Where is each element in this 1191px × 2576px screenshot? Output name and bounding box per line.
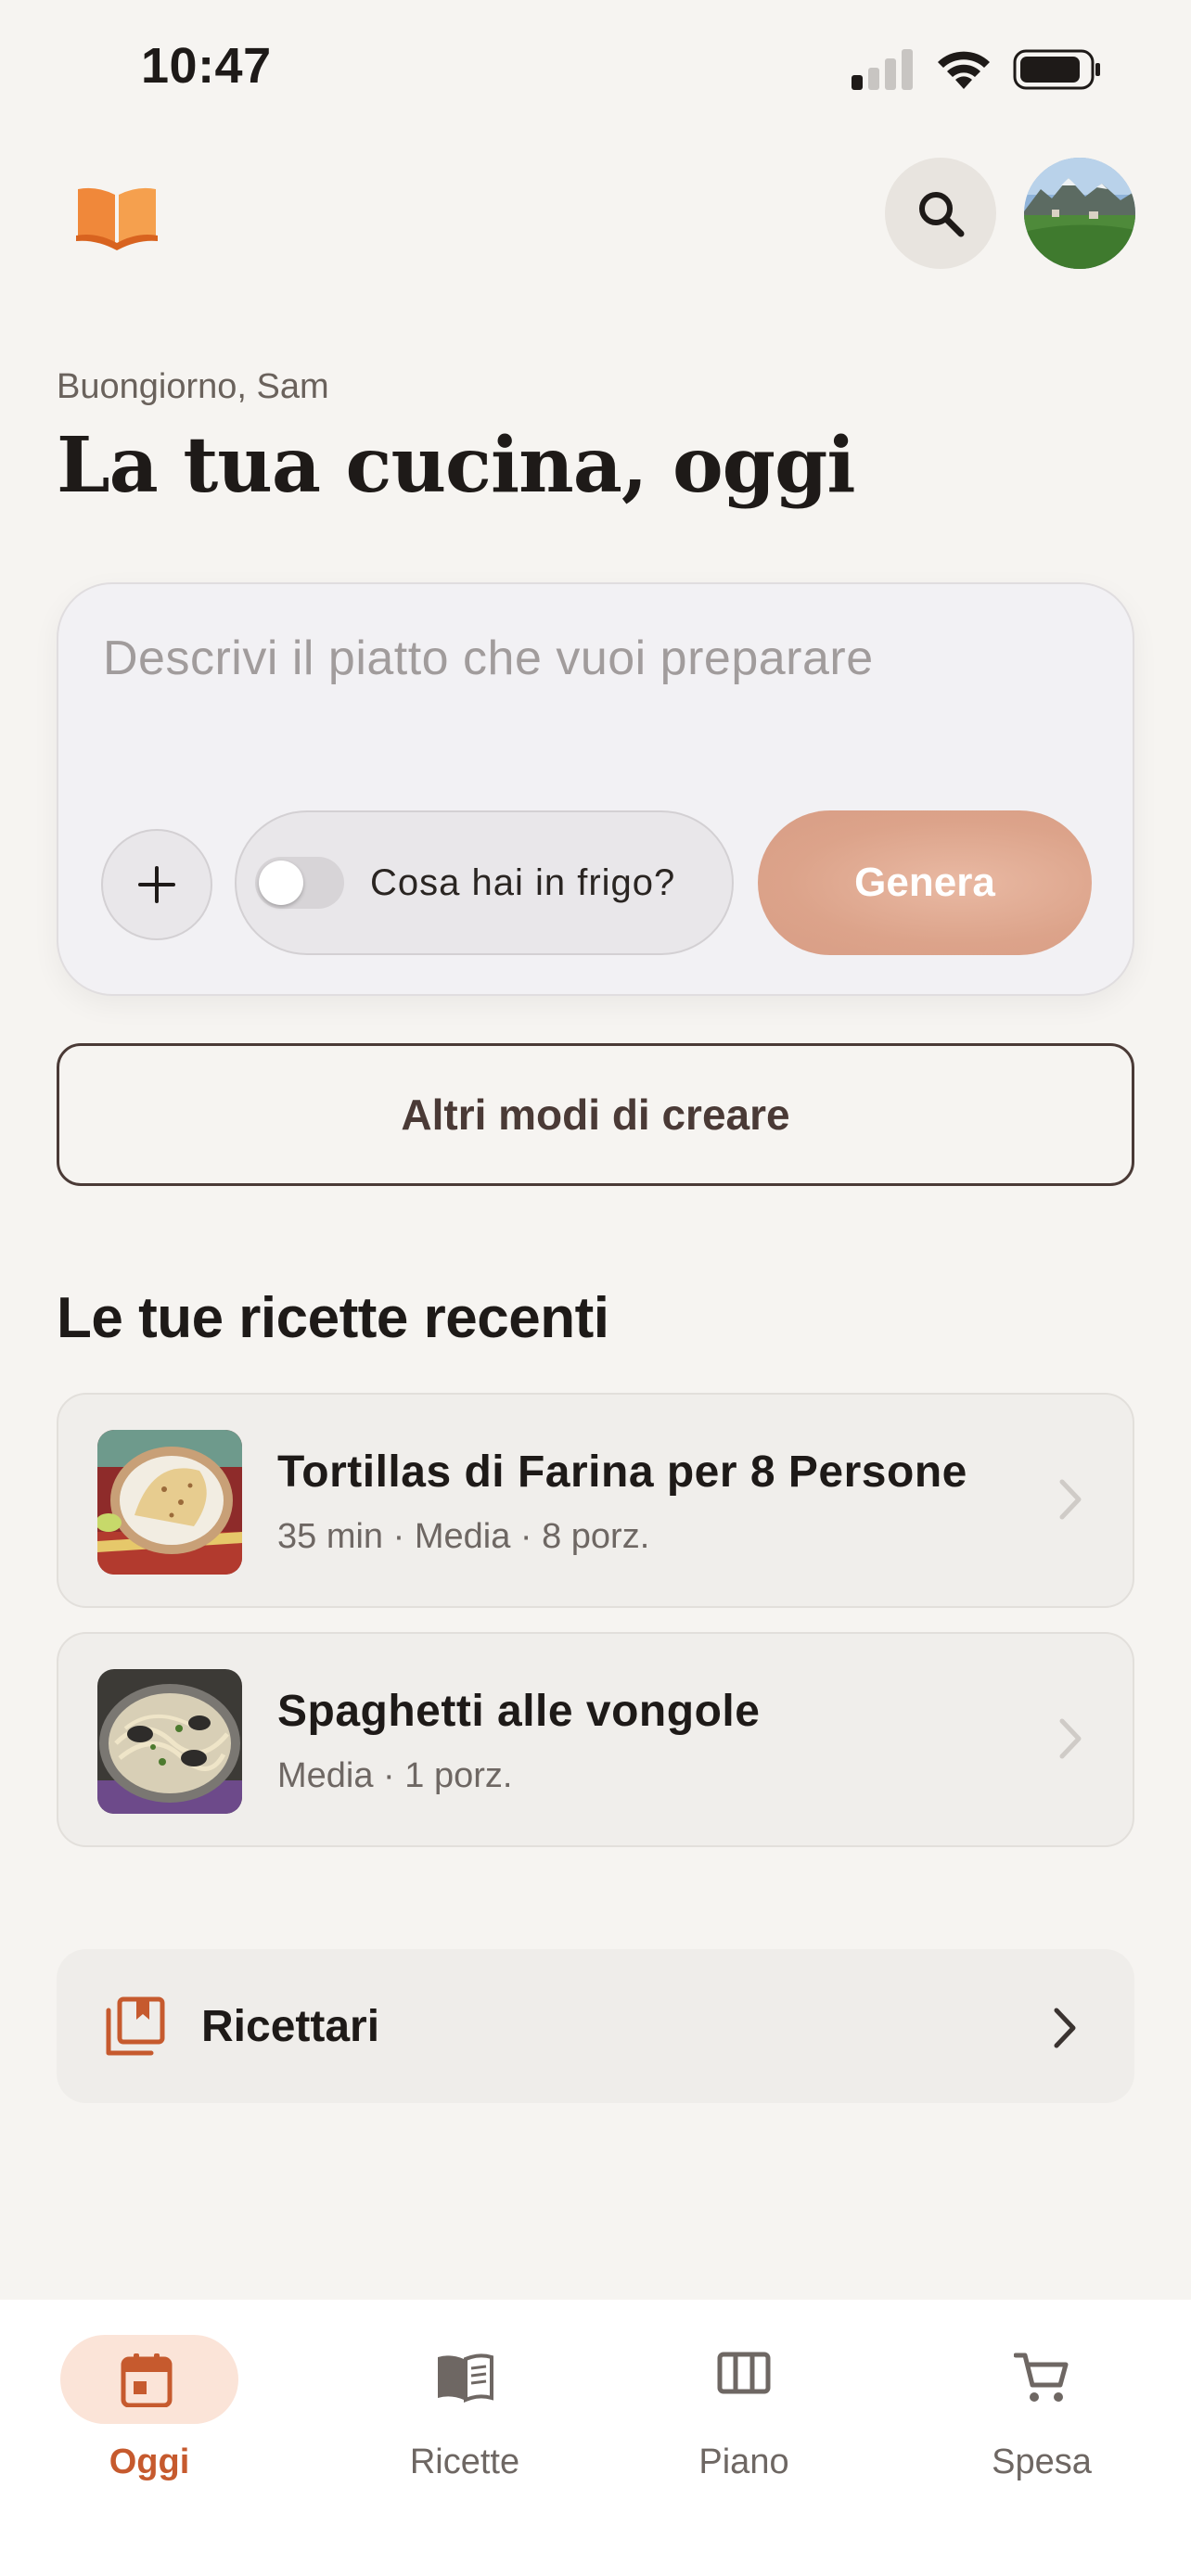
toggle-knob	[259, 861, 303, 905]
plus-icon	[138, 866, 175, 903]
status-time: 10:47	[141, 38, 272, 94]
recipe-meta: Media · 1 porz.	[277, 1756, 513, 1795]
signal-icon	[852, 49, 913, 90]
generate-button[interactable]: Genera	[758, 810, 1092, 955]
add-button[interactable]	[101, 829, 212, 940]
recipe-title: Spaghetti alle vongole	[277, 1687, 761, 1736]
page-title: La tua cucina, oggi	[57, 421, 855, 510]
cart-icon	[1014, 2353, 1069, 2402]
fridge-toggle-label: Cosa hai in frigo?	[370, 861, 676, 903]
tab-label: Ricette	[409, 2442, 520, 2481]
tab-label: Spesa	[992, 2442, 1092, 2481]
wifi-icon	[938, 51, 990, 89]
battery-icon	[1013, 49, 1100, 90]
more-ways-button[interactable]: Altri modi di creare	[57, 1043, 1134, 1186]
tab-spesa[interactable]: Spesa	[930, 2318, 1153, 2485]
calendar-icon	[121, 2353, 173, 2407]
chevron-right-icon	[1054, 2008, 1076, 2048]
chevron-right-icon	[1059, 1718, 1082, 1759]
tab-bar: Oggi Ricette Piano Spesa	[0, 2300, 1191, 2576]
search-icon	[919, 192, 965, 237]
cookbooks-row[interactable]: Ricettari	[57, 1949, 1134, 2103]
search-button[interactable]	[885, 158, 996, 269]
recipe-card[interactable]: Tortillas di Farina per 8 Persone 35 min…	[57, 1393, 1134, 1608]
recipe-thumbnail	[97, 1669, 242, 1814]
tab-oggi[interactable]: Oggi	[57, 2318, 279, 2485]
cookbooks-label: Ricettari	[201, 2002, 380, 2051]
recipe-card[interactable]: Spaghetti alle vongole Media · 1 porz.	[57, 1632, 1134, 1847]
recipe-title: Tortillas di Farina per 8 Persone	[277, 1447, 967, 1497]
tab-label: Piano	[698, 2442, 789, 2481]
status-bar: 10:47	[0, 0, 1191, 139]
tab-piano[interactable]: Piano	[633, 2318, 855, 2485]
cookbook-icon	[106, 1996, 165, 2056]
fridge-toggle[interactable]: Cosa hai in frigo?	[235, 810, 734, 955]
avatar[interactable]	[1024, 158, 1135, 269]
dish-description-input[interactable]: Descrivi il piatto che vuoi preparare	[103, 631, 874, 686]
recipe-meta: 35 min · Media · 8 porz.	[277, 1517, 650, 1556]
top-bar	[0, 158, 1191, 273]
status-icons	[852, 48, 1102, 91]
toggle-switch[interactable]	[255, 857, 344, 909]
recent-recipes-title: Le tue ricette recenti	[57, 1286, 609, 1350]
prompt-card: Descrivi il piatto che vuoi preparare Co…	[57, 582, 1134, 996]
chevron-right-icon	[1059, 1479, 1082, 1520]
book-logo-icon	[74, 178, 160, 252]
tab-label: Oggi	[109, 2442, 190, 2481]
recipe-thumbnail	[97, 1430, 242, 1575]
book-open-icon	[438, 2353, 493, 2404]
greeting: Buongiorno, Sam	[57, 367, 329, 406]
columns-icon	[717, 2352, 771, 2394]
tab-ricette[interactable]: Ricette	[353, 2318, 576, 2485]
